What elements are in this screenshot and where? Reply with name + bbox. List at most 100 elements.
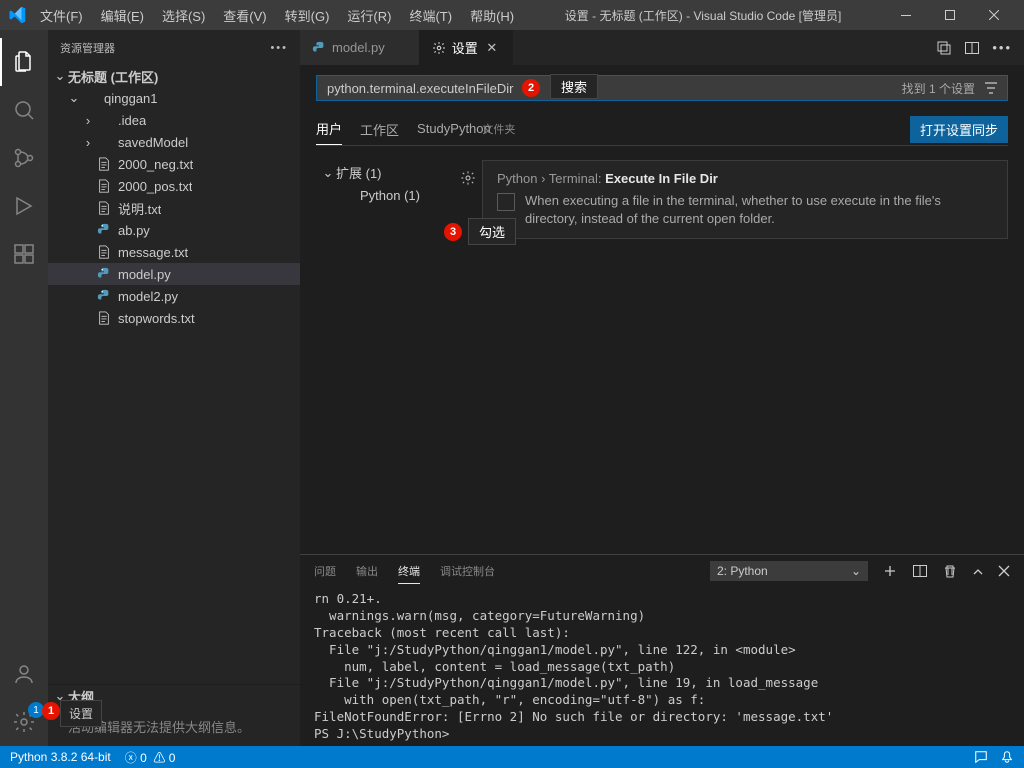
open-editors-icon[interactable]: [936, 40, 952, 56]
text-file-icon: [96, 178, 112, 194]
toc-label: 扩展 (1): [336, 163, 382, 182]
tree-label: stopwords.txt: [118, 311, 195, 326]
filter-icon[interactable]: [983, 80, 999, 96]
chevron-icon: ›: [80, 135, 96, 150]
menu-帮助(H)[interactable]: 帮助(H): [462, 2, 522, 29]
tree-item[interactable]: stopwords.txt: [48, 307, 300, 329]
explorer-activity[interactable]: [0, 38, 48, 86]
editor-tab[interactable]: model.py✕: [300, 30, 420, 65]
chevron-down-icon: ⌄: [320, 165, 336, 181]
bell-icon[interactable]: [1000, 750, 1014, 764]
search-activity[interactable]: [0, 86, 48, 134]
split-terminal-icon[interactable]: [912, 563, 928, 579]
extensions-activity[interactable]: [0, 230, 48, 278]
settings-editor: 找到 1 个设置 2 搜索 用户 工作区 StudyPython 文件夹 打开设…: [300, 65, 1024, 554]
gear-icon[interactable]: [460, 170, 476, 186]
close-panel-icon[interactable]: [998, 565, 1010, 577]
chevron-icon: ›: [80, 113, 96, 128]
panel-tab[interactable]: 输出: [356, 559, 378, 583]
setting-item: Python › Terminal: Execute In File Dir W…: [482, 160, 1008, 239]
split-editor-icon[interactable]: [964, 40, 980, 56]
settings-scope-tabs: 用户 工作区 StudyPython 文件夹 打开设置同步: [316, 113, 1008, 146]
annotation-1: 1: [42, 702, 60, 720]
minimize-button[interactable]: [884, 0, 928, 30]
sidebar: 资源管理器 ••• ⌄ 无标题 (工作区) ⌄qinggan1 › .idea ›sa…: [48, 30, 300, 746]
menu-编辑(E)[interactable]: 编辑(E): [93, 2, 152, 29]
workspace-root[interactable]: ⌄ 无标题 (工作区): [48, 65, 300, 87]
chevron-down-icon: ⌄: [851, 564, 861, 578]
editor-area: model.py✕设置✕ ••• 找到 1 个设置 2 搜索 用户 工作区 St…: [300, 30, 1024, 746]
tree-item[interactable]: ›savedModel: [48, 131, 300, 153]
panel-tab[interactable]: 调试控制台: [440, 559, 495, 583]
menu-转到(G)[interactable]: 转到(G): [277, 2, 338, 29]
maximize-panel-icon[interactable]: [972, 565, 984, 577]
settings-tooltip: 设置: [60, 700, 102, 727]
tab-label: model.py: [332, 40, 385, 55]
settings-activity[interactable]: 1: [0, 698, 48, 746]
settings-search[interactable]: 找到 1 个设置: [316, 75, 1008, 101]
terminal-selector[interactable]: 2: Python⌄: [710, 561, 868, 581]
annotation-search-label: 搜索: [550, 74, 598, 99]
tree-item[interactable]: › .idea: [48, 109, 300, 131]
window-title: 设置 - 无标题 (工作区) - Visual Studio Code [管理员…: [522, 7, 884, 24]
tree-label: 2000_pos.txt: [118, 179, 192, 194]
tree-item[interactable]: ab.py: [48, 219, 300, 241]
close-tab-icon[interactable]: ✕: [484, 40, 500, 56]
panel-tab[interactable]: 终端: [398, 559, 420, 584]
sidebar-header: 资源管理器 •••: [48, 30, 300, 65]
feedback-icon[interactable]: [974, 750, 988, 764]
tree-item[interactable]: model2.py: [48, 285, 300, 307]
sidebar-title: 资源管理器: [60, 40, 115, 56]
accounts-activity[interactable]: [0, 650, 48, 698]
activitybar: 1: [0, 30, 48, 746]
menu-查看(V)[interactable]: 查看(V): [215, 2, 274, 29]
scope-folder[interactable]: StudyPython 文件夹: [417, 115, 515, 143]
close-button[interactable]: [972, 0, 1016, 30]
tree-label: model2.py: [118, 289, 178, 304]
tree-item[interactable]: ⌄qinggan1: [48, 87, 300, 109]
text-file-icon: [96, 310, 112, 326]
tree-label: qinggan1: [104, 91, 158, 106]
statusbar: Python 3.8.2 64-bit ⓧ 0 ⚠ 0: [0, 746, 1024, 768]
settings-toc-item[interactable]: Python (1): [316, 185, 466, 206]
tree-item[interactable]: 2000_neg.txt: [48, 153, 300, 175]
text-file-icon: [96, 244, 112, 260]
run-activity[interactable]: [0, 182, 48, 230]
tree-item[interactable]: 说明.txt: [48, 197, 300, 219]
tree-item[interactable]: message.txt: [48, 241, 300, 263]
python-file-icon: [96, 266, 112, 282]
python-env-status[interactable]: Python 3.8.2 64-bit: [10, 750, 111, 764]
settings-search-input[interactable]: [317, 81, 894, 96]
window-controls: [884, 0, 1016, 30]
maximize-button[interactable]: [928, 0, 972, 30]
kill-terminal-icon[interactable]: [942, 563, 958, 579]
settings-toc-item[interactable]: ⌄扩展 (1): [316, 160, 466, 185]
scope-user[interactable]: 用户: [316, 113, 342, 145]
tree-item[interactable]: 2000_pos.txt: [48, 175, 300, 197]
editor-tab[interactable]: 设置✕: [420, 30, 513, 65]
python-file-icon: [312, 41, 326, 55]
text-file-icon: [96, 200, 112, 216]
more-icon[interactable]: •••: [992, 40, 1012, 55]
menu-选择(S)[interactable]: 选择(S): [154, 2, 213, 29]
scm-activity[interactable]: [0, 134, 48, 182]
tree-label: .idea: [118, 113, 146, 128]
setting-checkbox[interactable]: [497, 193, 515, 211]
new-terminal-icon[interactable]: [882, 563, 898, 579]
workspace-label: 无标题 (工作区): [68, 67, 158, 86]
more-icon[interactable]: •••: [270, 42, 288, 54]
sync-settings-button[interactable]: 打开设置同步: [910, 116, 1008, 143]
tree-label: model.py: [118, 267, 171, 282]
settings-icon: [432, 41, 446, 55]
panel: 问题输出终端调试控制台 2: Python⌄ rn 0.21+. warning…: [300, 554, 1024, 746]
tree-label: ab.py: [118, 223, 150, 238]
panel-tab[interactable]: 问题: [314, 559, 336, 583]
tree-item[interactable]: model.py: [48, 263, 300, 285]
menu-运行(R)[interactable]: 运行(R): [339, 2, 399, 29]
problems-status[interactable]: ⓧ 0 ⚠ 0: [125, 749, 176, 766]
terminal-output[interactable]: rn 0.21+. warnings.warn(msg, category=Fu…: [300, 587, 1024, 746]
menu-终端(T)[interactable]: 终端(T): [401, 2, 460, 29]
tree-label: message.txt: [118, 245, 188, 260]
scope-workspace[interactable]: 工作区: [360, 114, 399, 145]
menu-文件(F)[interactable]: 文件(F): [32, 2, 91, 29]
